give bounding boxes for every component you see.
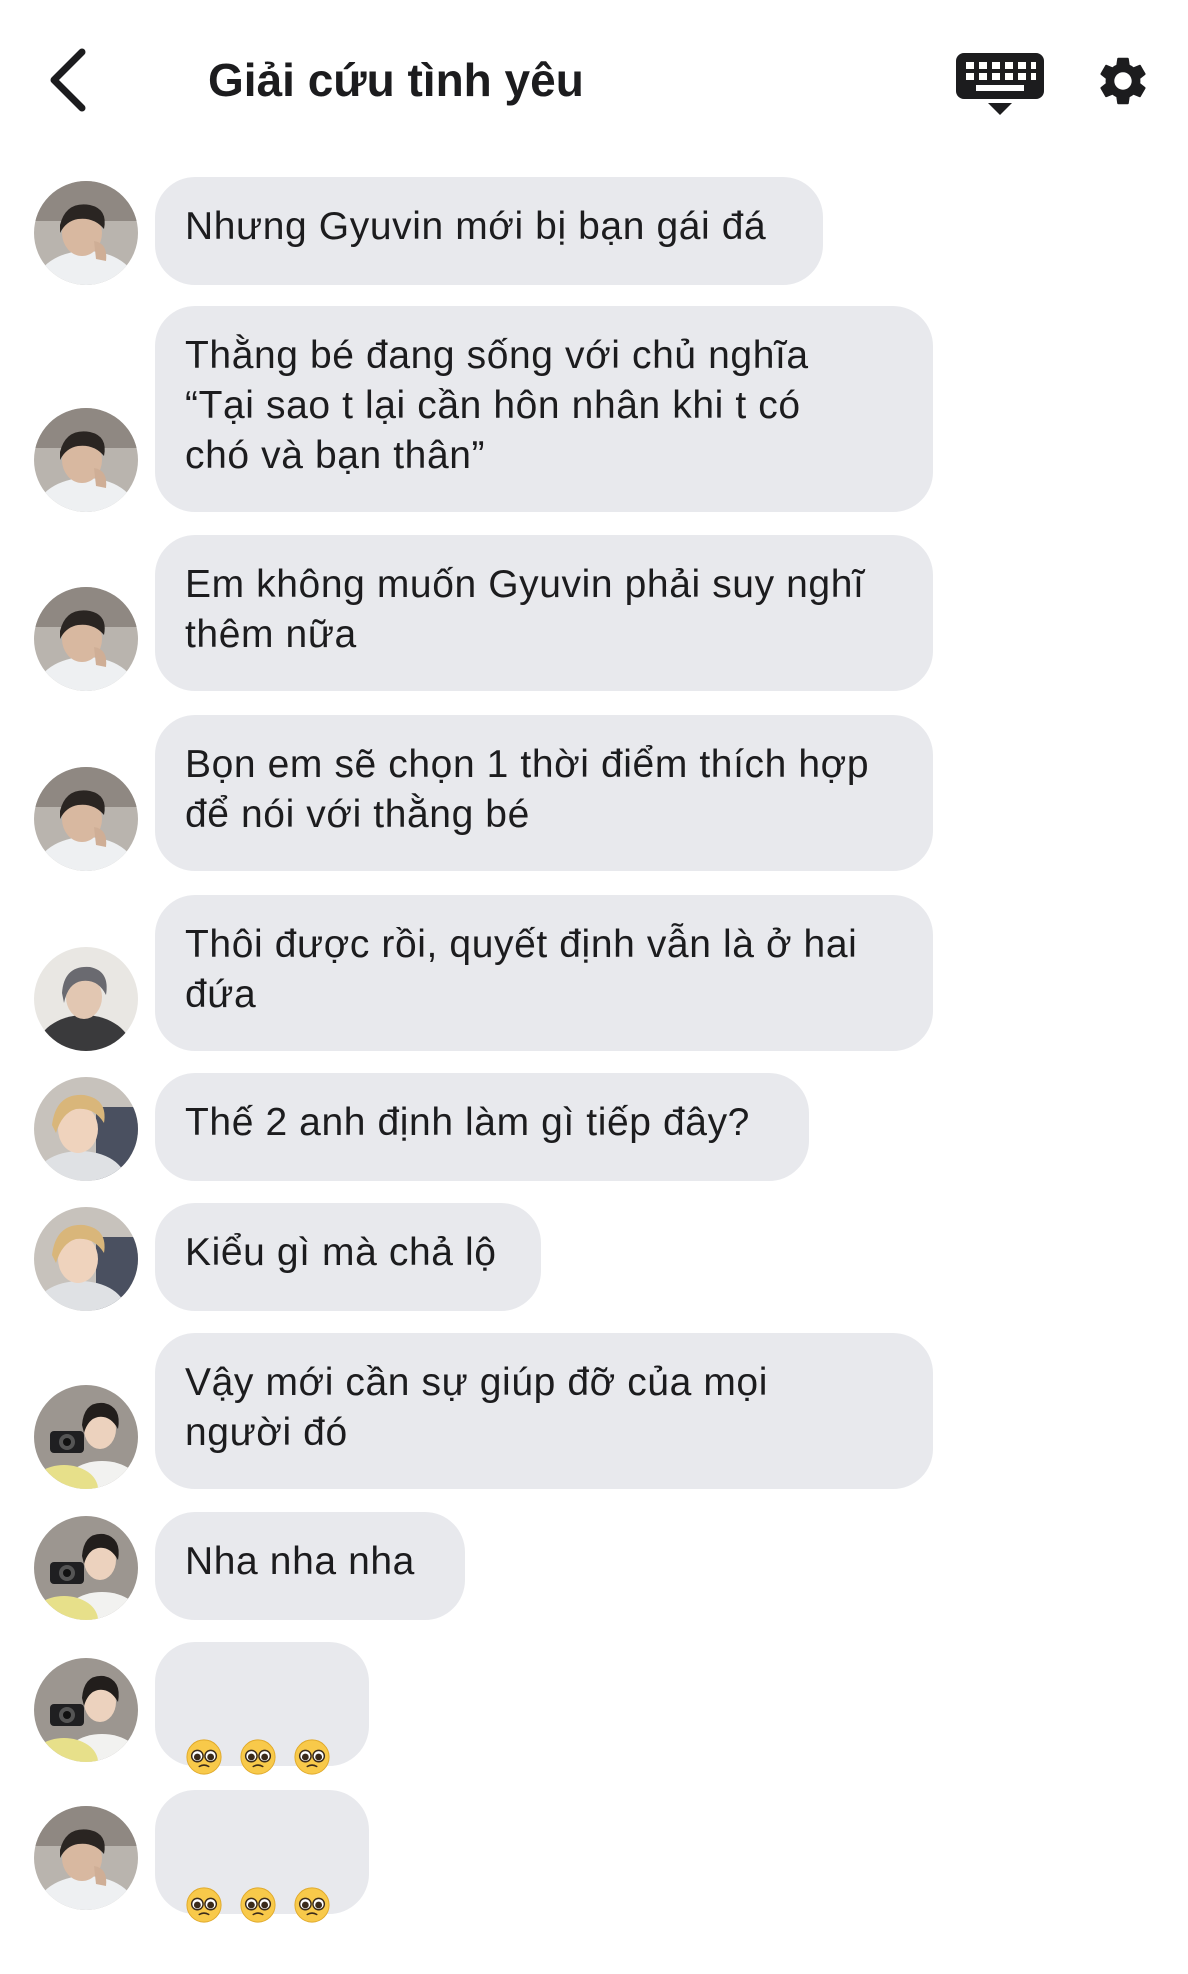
gear-icon — [1100, 57, 1146, 105]
pleading-face-emoji — [186, 1887, 222, 1923]
message-row: Vậy mới cần sự giúp đỡ của mọi người đó — [0, 1333, 1188, 1489]
message-bubble[interactable]: Nhưng Gyuvin mới bị bạn gái đá — [155, 177, 823, 285]
message-row — [0, 1790, 1188, 1923]
emoji-row — [185, 1724, 339, 1776]
message-row: Nhưng Gyuvin mới bị bạn gái đá — [0, 177, 1188, 285]
message-row: Em không muốn Gyuvin phải suy nghĩ thêm … — [0, 535, 1188, 691]
message-row: Thế 2 anh định làm gì tiếp đây? — [0, 1073, 1188, 1181]
message-row: Thằng bé đang sống với chủ nghĩa “Tại sa… — [0, 306, 1188, 512]
message-bubble[interactable]: Em không muốn Gyuvin phải suy nghĩ thêm … — [155, 535, 933, 691]
message-bubble[interactable]: Thằng bé đang sống với chủ nghĩa “Tại sa… — [155, 306, 933, 512]
avatar[interactable] — [34, 1077, 138, 1181]
avatar[interactable] — [34, 587, 138, 691]
keyboard-icon — [956, 53, 1044, 115]
chat-header: Giải cứu tình yêu — [0, 0, 1188, 160]
pleading-face-emoji — [240, 1739, 276, 1775]
pleading-face-emoji — [240, 1887, 276, 1923]
keyboard-button[interactable] — [950, 50, 1050, 118]
message-bubble[interactable]: Nha nha nha — [155, 1512, 465, 1620]
avatar[interactable] — [34, 767, 138, 871]
avatar[interactable] — [34, 947, 138, 1051]
message-bubble[interactable] — [155, 1790, 369, 1923]
emoji-row — [185, 1872, 339, 1924]
message-row — [0, 1642, 1188, 1775]
message-bubble[interactable]: Bọn em sẽ chọn 1 thời điểm thích hợp để … — [155, 715, 933, 871]
avatar[interactable] — [34, 1207, 138, 1311]
message-bubble[interactable]: Kiểu gì mà chả lộ — [155, 1203, 541, 1311]
pleading-face-emoji — [294, 1887, 330, 1923]
avatar[interactable] — [34, 408, 138, 512]
message-bubble[interactable] — [155, 1642, 369, 1775]
message-bubble[interactable]: Vậy mới cần sự giúp đỡ của mọi người đó — [155, 1333, 933, 1489]
message-bubble[interactable]: Thế 2 anh định làm gì tiếp đây? — [155, 1073, 809, 1181]
avatar[interactable] — [34, 1385, 138, 1489]
message-row: Thôi được rồi, quyết định vẫn là ở hai đ… — [0, 895, 1188, 1051]
chevron-left-icon — [50, 48, 86, 112]
avatar[interactable] — [34, 1516, 138, 1620]
avatar[interactable] — [34, 181, 138, 285]
avatar[interactable] — [34, 1658, 138, 1762]
pleading-face-emoji — [294, 1739, 330, 1775]
back-button[interactable] — [38, 45, 98, 115]
message-row: Bọn em sẽ chọn 1 thời điểm thích hợp để … — [0, 715, 1188, 871]
pleading-face-emoji — [186, 1739, 222, 1775]
settings-button[interactable] — [1090, 48, 1156, 114]
message-row: Nha nha nha — [0, 1512, 1188, 1620]
avatar[interactable] — [34, 1806, 138, 1910]
chat-title: Giải cứu tình yêu — [208, 54, 584, 106]
message-row: Kiểu gì mà chả lộ — [0, 1203, 1188, 1311]
message-bubble[interactable]: Thôi được rồi, quyết định vẫn là ở hai đ… — [155, 895, 933, 1051]
